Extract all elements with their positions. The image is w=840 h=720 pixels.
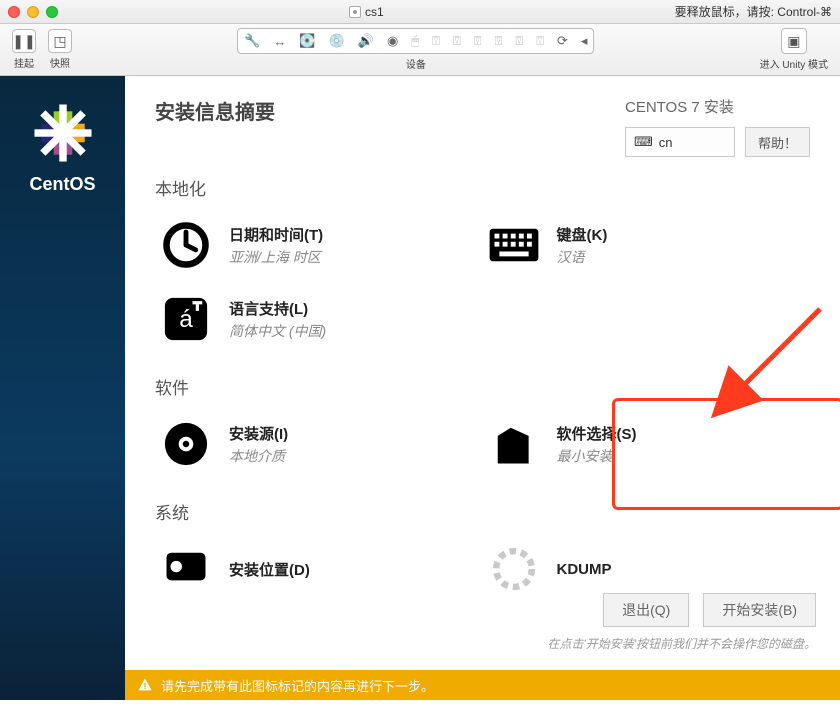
usb-icon: ⍔ [515, 33, 523, 49]
usb-icon: ⍔ [474, 33, 482, 49]
spoke-install-source[interactable]: 安装源(I) 本地介质 [155, 407, 483, 481]
vm-status-icon [349, 6, 361, 18]
begin-install-button[interactable]: 开始安装(B) [703, 593, 816, 627]
keyboard-layout-icon [487, 218, 541, 272]
language-icon: á [159, 292, 213, 346]
package-icon [487, 417, 541, 471]
unity-icon: ▣ [781, 28, 807, 54]
page-title: 安装信息摘要 [155, 96, 275, 125]
chevron-left-icon: ◂ [581, 33, 588, 49]
unity-button[interactable]: ▣ 进入 Unity 模式 [760, 28, 828, 71]
keyboard-icon: ⌨ [634, 134, 653, 150]
release-mouse-hint: 要释放鼠标，请按: Control-⌘ [675, 3, 832, 20]
window-title: cs1 [365, 5, 384, 19]
usb-icon: ⍔ [495, 33, 503, 49]
snapshot-button[interactable]: ◳ 快照 [48, 29, 72, 70]
warning-icon [137, 677, 153, 693]
mac-titlebar: cs1 要释放鼠标，请按: Control-⌘ [0, 0, 840, 24]
kdump-icon [487, 542, 541, 596]
quit-button[interactable]: 退出(Q) [603, 593, 689, 627]
footer-hint: 在点击'开始安装'按钮前我们并不会操作您的磁盘。 [149, 635, 816, 652]
devices-label: 设备 [406, 56, 426, 71]
clock-icon [159, 218, 213, 272]
spoke-language[interactable]: á 语言支持(L) 简体中文 (中国) [155, 282, 483, 356]
minimize-window-button[interactable] [27, 6, 39, 18]
disk-icon: 💽 [299, 33, 315, 49]
warning-bar: 请先完成带有此图标标记的内容再进行下一步。 [125, 670, 840, 700]
suspend-button[interactable]: ❚❚ 挂起 [12, 29, 36, 70]
devices-bar[interactable]: 🔧 ↔ 💽 💿 🔊 ◉ 🖱 ⍔ ⍔ ⍔ ⍔ ⍔ ⍔ ⟳ ◂ [237, 28, 594, 54]
section-localization: 本地化 [155, 175, 810, 200]
vm-sidebar: CentOS [0, 76, 125, 700]
help-button[interactable]: 帮助！ [745, 127, 810, 157]
usb-icon: ⍔ [536, 33, 544, 49]
usb-icon: ⍔ [432, 33, 440, 49]
spoke-keyboard[interactable]: 键盘(K) 汉语 [483, 208, 811, 282]
installer-footer: 退出(Q) 开始安装(B) 在点击'开始安装'按钮前我们并不会操作您的磁盘。 [125, 593, 840, 652]
wrench-icon: 🔧 [244, 33, 260, 49]
camera-icon: ◉ [387, 33, 398, 49]
usb-icon: ⍔ [453, 33, 461, 49]
sound-icon: 🔊 [358, 33, 374, 49]
zoom-window-button[interactable] [46, 6, 58, 18]
brand-text: CentOS [29, 174, 95, 195]
centos-logo-icon [32, 102, 94, 164]
pause-icon: ❚❚ [12, 29, 36, 53]
network-icon: ↔ [273, 34, 286, 49]
refresh-icon: ⟳ [557, 33, 568, 49]
cdrom-icon: 💿 [329, 33, 345, 49]
mouse-icon: 🖱 [411, 33, 419, 49]
close-window-button[interactable] [8, 6, 20, 18]
svg-text:á: á [179, 306, 193, 333]
section-system: 系统 [155, 499, 810, 524]
product-title: CENTOS 7 安装 [625, 96, 810, 117]
harddrive-icon [159, 542, 213, 596]
spoke-datetime[interactable]: 日期和时间(T) 亚洲/上海 时区 [155, 208, 483, 282]
snapshot-icon: ◳ [48, 29, 72, 53]
spoke-software-selection[interactable]: 软件选择(S) 最小安装 [483, 407, 811, 481]
disc-icon [159, 417, 213, 471]
host-toolbar: ❚❚ 挂起 ◳ 快照 🔧 ↔ 💽 💿 🔊 ◉ 🖱 ⍔ ⍔ ⍔ ⍔ ⍔ ⍔ ⟳ ◂… [0, 24, 840, 76]
keyboard-layout-selector[interactable]: ⌨ cn [625, 127, 735, 157]
section-software: 软件 [155, 374, 810, 399]
